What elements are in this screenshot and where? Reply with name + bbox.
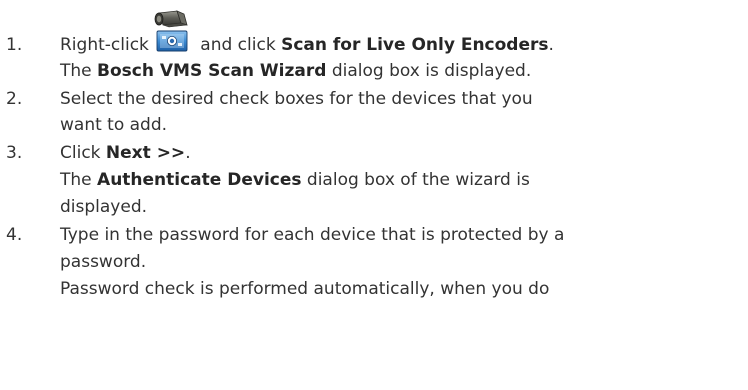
step-4-line-2: password. — [60, 250, 146, 274]
step-text: password. — [60, 252, 147, 272]
step-1-line-2: The Bosch VMS Scan Wizard dialog box is … — [60, 59, 531, 83]
step-text: The — [60, 170, 98, 190]
step-text: want to add. — [60, 115, 168, 135]
step-text: Click — [60, 143, 106, 163]
step-text: Password check is performed automaticall… — [60, 279, 550, 299]
step-3-line-3: displayed. — [60, 195, 147, 219]
step-text: and click — [194, 35, 282, 55]
step-2-line-1: Select the desired check boxes for the d… — [60, 87, 533, 111]
step-text: . — [185, 143, 191, 163]
step-text: Right-click — [60, 35, 149, 55]
step-2-line-2: want to add. — [60, 113, 167, 137]
step-3-line-1: Click Next >>. — [60, 141, 191, 165]
step-4-line-3: Password check is performed automaticall… — [60, 277, 549, 301]
step-number: 3. — [6, 143, 23, 163]
step-number: 1. — [6, 35, 23, 55]
step-text: The — [60, 61, 98, 81]
step-3-line-2: The Authenticate Devices dialog box of t… — [60, 168, 530, 192]
camera-encoder-icon — [151, 10, 191, 57]
step-text: dialog box is displayed. — [326, 61, 532, 81]
step-4-line-1: Type in the password for each device tha… — [60, 223, 564, 247]
step-text: dialog box of the wizard is — [301, 170, 530, 190]
button-name: Next >> — [105, 143, 186, 163]
instruction-document: 1. Right-click and click Scan for Live O… — [0, 0, 748, 390]
step-1-line-1: Right-click and click Scan for Live Only… — [60, 10, 554, 57]
step-text: Select the desired check boxes for the d… — [60, 89, 533, 109]
step-number: 2. — [6, 89, 23, 109]
step-text: . — [548, 35, 554, 55]
dialog-name: Authenticate Devices — [97, 170, 302, 190]
step-number: 4. — [6, 225, 23, 245]
step-text: Type in the password for each device tha… — [60, 225, 565, 245]
menu-command-name: Scan for Live Only Encoders — [281, 35, 549, 55]
step-text: displayed. — [60, 197, 148, 217]
dialog-name: Bosch VMS Scan Wizard — [97, 61, 327, 81]
